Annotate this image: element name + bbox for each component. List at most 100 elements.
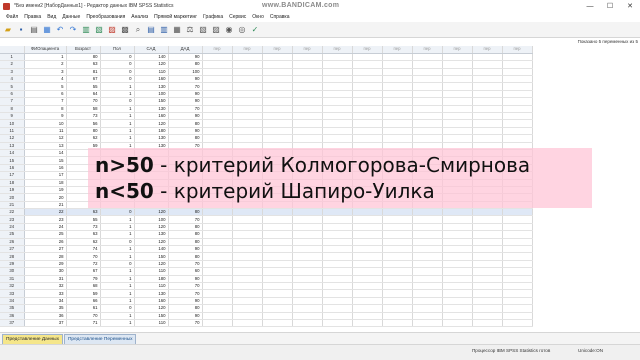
empty-cell[interactable] <box>352 319 383 328</box>
empty-cell[interactable] <box>202 53 233 62</box>
empty-cell[interactable] <box>262 215 293 224</box>
empty-cell[interactable] <box>502 312 533 320</box>
empty-cell[interactable] <box>442 238 473 247</box>
table-cell[interactable]: 1 <box>100 267 135 276</box>
empty-cell[interactable] <box>292 223 323 232</box>
empty-cell[interactable] <box>442 260 473 269</box>
table-cell[interactable]: 11 <box>24 127 67 136</box>
table-cell[interactable]: 20 <box>24 193 67 202</box>
table-cell[interactable]: 1 <box>100 275 135 284</box>
empty-cell[interactable] <box>202 245 233 254</box>
empty-cell[interactable] <box>382 68 413 77</box>
empty-column-header[interactable]: пер <box>232 46 263 54</box>
empty-cell[interactable] <box>202 119 233 128</box>
empty-cell[interactable] <box>322 245 353 254</box>
empty-column-header[interactable]: пер <box>502 46 533 54</box>
empty-cell[interactable] <box>262 304 293 313</box>
table-cell[interactable]: 70 <box>168 319 203 328</box>
empty-cell[interactable] <box>442 208 473 217</box>
empty-cell[interactable] <box>502 53 533 62</box>
empty-cell[interactable] <box>352 223 383 232</box>
empty-cell[interactable] <box>382 75 413 84</box>
empty-cell[interactable] <box>262 245 293 254</box>
empty-cell[interactable] <box>322 267 353 276</box>
empty-cell[interactable] <box>442 230 473 239</box>
table-cell[interactable]: 120 <box>134 238 169 247</box>
empty-cell[interactable] <box>472 245 503 254</box>
empty-cell[interactable] <box>232 297 263 306</box>
empty-cell[interactable] <box>262 82 293 91</box>
table-cell[interactable]: 80 <box>168 208 203 217</box>
table-cell[interactable]: 160 <box>134 297 169 306</box>
empty-cell[interactable] <box>412 312 443 320</box>
empty-cell[interactable] <box>322 297 353 306</box>
empty-cell[interactable] <box>262 282 293 291</box>
empty-cell[interactable] <box>412 238 443 247</box>
empty-cell[interactable] <box>262 53 293 62</box>
empty-cell[interactable] <box>262 68 293 77</box>
empty-cell[interactable] <box>412 297 443 306</box>
empty-cell[interactable] <box>502 105 533 114</box>
weight-cases-icon[interactable]: ⚖ <box>185 25 195 35</box>
empty-cell[interactable] <box>262 297 293 306</box>
empty-cell[interactable] <box>352 208 383 217</box>
row-number[interactable]: 4 <box>0 75 25 84</box>
table-cell[interactable]: 62 <box>66 134 101 143</box>
empty-cell[interactable] <box>352 119 383 128</box>
empty-cell[interactable] <box>412 119 443 128</box>
empty-cell[interactable] <box>352 60 383 69</box>
row-number[interactable]: 10 <box>0 119 25 128</box>
table-cell[interactable]: 1 <box>100 82 135 91</box>
empty-cell[interactable] <box>232 275 263 284</box>
table-cell[interactable]: 90 <box>168 275 203 284</box>
row-number[interactable]: 27 <box>0 245 25 254</box>
empty-cell[interactable] <box>352 289 383 298</box>
table-cell[interactable]: 64 <box>66 90 101 99</box>
table-cell[interactable]: 56 <box>66 119 101 128</box>
table-cell[interactable]: 73 <box>66 223 101 232</box>
table-cell[interactable]: 1 <box>100 127 135 136</box>
row-number[interactable]: 23 <box>0 215 25 224</box>
empty-cell[interactable] <box>232 260 263 269</box>
empty-cell[interactable] <box>382 112 413 121</box>
row-number[interactable]: 31 <box>0 275 25 284</box>
empty-cell[interactable] <box>412 252 443 261</box>
empty-cell[interactable] <box>292 60 323 69</box>
goto-variable-icon[interactable]: ▧ <box>94 25 104 35</box>
empty-cell[interactable] <box>262 105 293 114</box>
empty-cell[interactable] <box>232 90 263 99</box>
empty-cell[interactable] <box>472 60 503 69</box>
table-cell[interactable]: 15 <box>24 156 67 165</box>
empty-cell[interactable] <box>472 304 503 313</box>
empty-cell[interactable] <box>202 260 233 269</box>
empty-cell[interactable] <box>412 112 443 121</box>
table-cell[interactable]: 14 <box>24 149 67 158</box>
empty-cell[interactable] <box>232 119 263 128</box>
empty-cell[interactable] <box>502 282 533 291</box>
table-cell[interactable]: 7 <box>24 97 67 106</box>
empty-cell[interactable] <box>412 90 443 99</box>
goto-case-icon[interactable]: ▥ <box>81 25 91 35</box>
table-cell[interactable]: 80 <box>66 53 101 62</box>
empty-cell[interactable] <box>352 245 383 254</box>
row-number[interactable]: 34 <box>0 297 25 306</box>
empty-cell[interactable] <box>202 289 233 298</box>
column-header[interactable]: ДАД <box>168 46 203 54</box>
empty-cell[interactable] <box>232 105 263 114</box>
empty-cell[interactable] <box>472 282 503 291</box>
empty-cell[interactable] <box>472 119 503 128</box>
empty-cell[interactable] <box>232 208 263 217</box>
empty-cell[interactable] <box>232 112 263 121</box>
table-cell[interactable]: 0 <box>100 238 135 247</box>
empty-cell[interactable] <box>262 312 293 320</box>
empty-cell[interactable] <box>502 134 533 143</box>
row-number[interactable]: 25 <box>0 230 25 239</box>
empty-cell[interactable] <box>502 289 533 298</box>
table-cell[interactable]: 3 <box>24 68 67 77</box>
column-header[interactable]: ФИОпациента <box>24 46 67 54</box>
table-cell[interactable]: 100 <box>134 90 169 99</box>
row-number[interactable]: 37 <box>0 319 25 328</box>
table-cell[interactable]: 55 <box>66 215 101 224</box>
table-cell[interactable]: 160 <box>134 75 169 84</box>
table-cell[interactable]: 1 <box>100 230 135 239</box>
